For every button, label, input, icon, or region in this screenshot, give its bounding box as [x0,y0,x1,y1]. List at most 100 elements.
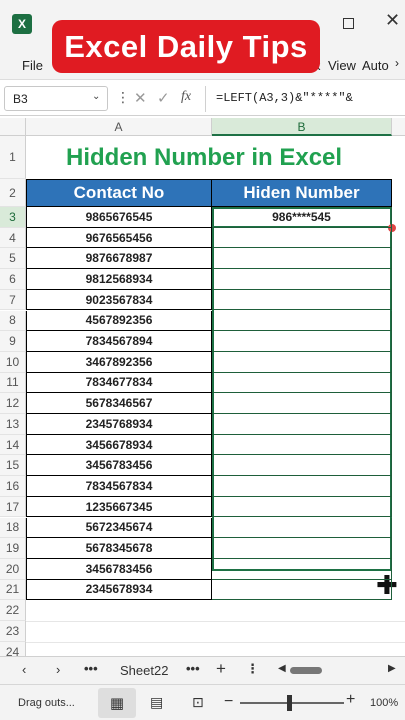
cell-hidden-number[interactable] [212,476,392,497]
row-header[interactable]: 14 [0,434,26,456]
cell-hidden-number[interactable] [212,372,392,394]
column-header-b[interactable]: B [212,118,392,136]
page-break-icon[interactable]: ⊡ [192,694,204,711]
cell-contact[interactable]: 9865676545 [26,207,212,228]
row-header[interactable]: 4 [0,227,26,249]
row-header[interactable]: 15 [0,455,26,477]
cell-contact[interactable]: 9676565456 [26,227,212,249]
sheet-tab-active[interactable]: Sheet22 [120,663,168,678]
cell-hidden-number[interactable] [212,351,392,373]
chevron-right-icon[interactable]: › [56,662,60,677]
cell-contact[interactable]: 7834567834 [26,476,212,497]
row-header[interactable]: 10 [0,351,26,373]
cell-contact[interactable]: 3467892356 [26,351,212,373]
zoom-slider[interactable] [240,702,344,704]
row-header[interactable]: 9 [0,331,26,352]
cell-contact[interactable]: 7834567894 [26,331,212,352]
formula-input[interactable]: =LEFT(A3,3)&"****"& [216,91,353,105]
close-icon[interactable]: ✕ [385,10,400,31]
row-header[interactable]: 16 [0,476,26,497]
chevron-down-icon[interactable]: ⌄ [92,91,100,102]
cell-hidden-number[interactable] [212,517,392,539]
row-header[interactable]: 18 [0,517,26,539]
cell-hidden-number[interactable] [212,538,392,559]
scroll-left-icon[interactable]: ◀ [278,663,286,674]
insert-function-icon[interactable]: fx [181,89,191,105]
restore-window-icon[interactable] [343,18,354,29]
header-hidden-number[interactable]: Hiden Number [212,179,392,207]
normal-view-icon[interactable]: ▦ [98,688,136,718]
chevron-right-icon[interactable]: › [395,56,399,70]
more-horizontal-icon[interactable]: ••• [186,661,200,676]
cell-hidden-number[interactable] [212,289,392,311]
zoom-slider-thumb[interactable] [286,695,292,711]
column-headers: A B [0,118,405,136]
cell-hidden-number[interactable] [212,414,392,435]
tab-file[interactable]: File [22,58,43,73]
cell-contact[interactable]: 9023567834 [26,289,212,311]
row-header[interactable]: 17 [0,496,26,518]
row-header[interactable]: 2 [0,179,26,207]
scroll-right-icon[interactable]: ▶ [388,663,396,674]
worksheet-grid[interactable]: Hidden Number in Excel Contact No Hiden … [0,136,405,664]
more-vertical-icon[interactable]: ⋮ [116,89,130,106]
cancel-icon[interactable]: ✕ [134,89,147,107]
row-header[interactable]: 5 [0,248,26,270]
row-header[interactable]: 23 [0,621,26,642]
zoom-out-icon[interactable]: − [224,693,233,711]
tab-automate[interactable]: Auto [362,58,389,73]
header-contact-no[interactable]: Contact No [26,179,212,207]
row-header[interactable]: 19 [0,538,26,559]
cell-contact[interactable]: 1235667345 [26,496,212,518]
cell-hidden-number[interactable] [212,558,392,580]
cell-hidden-number[interactable] [212,248,392,270]
cell-contact[interactable]: 3456678934 [26,434,212,456]
more-horizontal-icon[interactable]: ••• [84,661,98,676]
row-header[interactable]: 22 [0,600,26,621]
formula-bar: B3 ⌄ ⋮ ✕ ✓ fx =LEFT(A3,3)&"****"& [0,82,405,116]
row-header[interactable]: 8 [0,310,26,332]
cell-hidden-number[interactable] [212,269,392,290]
row-header[interactable]: 3 [0,207,26,228]
cell-contact[interactable]: 2345768934 [26,414,212,435]
cell-contact[interactable]: 3456783456 [26,455,212,477]
page-layout-icon[interactable]: ▤ [150,694,163,711]
cell-contact[interactable]: 2345678934 [26,579,212,601]
row-header[interactable]: 11 [0,372,26,394]
cell-contact[interactable]: 7834677834 [26,372,212,394]
cell-contact[interactable]: 9812568934 [26,269,212,290]
row-header[interactable]: 12 [0,393,26,414]
horizontal-scrollbar-thumb[interactable] [290,667,322,674]
row-header[interactable]: 20 [0,558,26,580]
tab-view[interactable]: View [328,58,356,73]
cell-hidden-number[interactable] [212,227,392,249]
cell-contact[interactable]: 5678346567 [26,393,212,414]
cell-hidden-number[interactable] [212,455,392,477]
row-header[interactable]: 21 [0,579,26,601]
cell-hidden-number[interactable] [212,331,392,352]
cell-contact[interactable]: 5678345678 [26,538,212,559]
zoom-in-icon[interactable]: + [346,691,355,709]
check-icon[interactable]: ✓ [157,89,170,107]
cell-hidden-number[interactable] [212,579,392,601]
cell-contact[interactable]: 5672345674 [26,517,212,539]
select-all-corner[interactable] [0,118,26,136]
chevron-left-icon[interactable]: ‹ [22,662,26,677]
cell-hidden-number[interactable] [212,310,392,332]
sheet-tab-bar: ‹ › ••• Sheet22 ••• + ⋮ ◀ ▶ [0,656,405,684]
zoom-level[interactable]: 100% [370,697,398,709]
row-header[interactable]: 1 [0,136,26,179]
column-header-a[interactable]: A [26,118,212,136]
more-vertical-icon[interactable]: ⋮ [246,661,259,677]
cell-hidden-number[interactable] [212,434,392,456]
cell-hidden-number[interactable] [212,393,392,414]
cell-hidden-number[interactable]: 986****545 [212,207,392,228]
cell-contact[interactable]: 4567892356 [26,310,212,332]
row-header[interactable]: 6 [0,269,26,290]
cell-contact[interactable]: 9876678987 [26,248,212,270]
cell-hidden-number[interactable] [212,496,392,518]
add-sheet-icon[interactable]: + [216,659,226,679]
row-header[interactable]: 13 [0,414,26,435]
row-header[interactable]: 7 [0,289,26,311]
cell-contact[interactable]: 3456783456 [26,558,212,580]
